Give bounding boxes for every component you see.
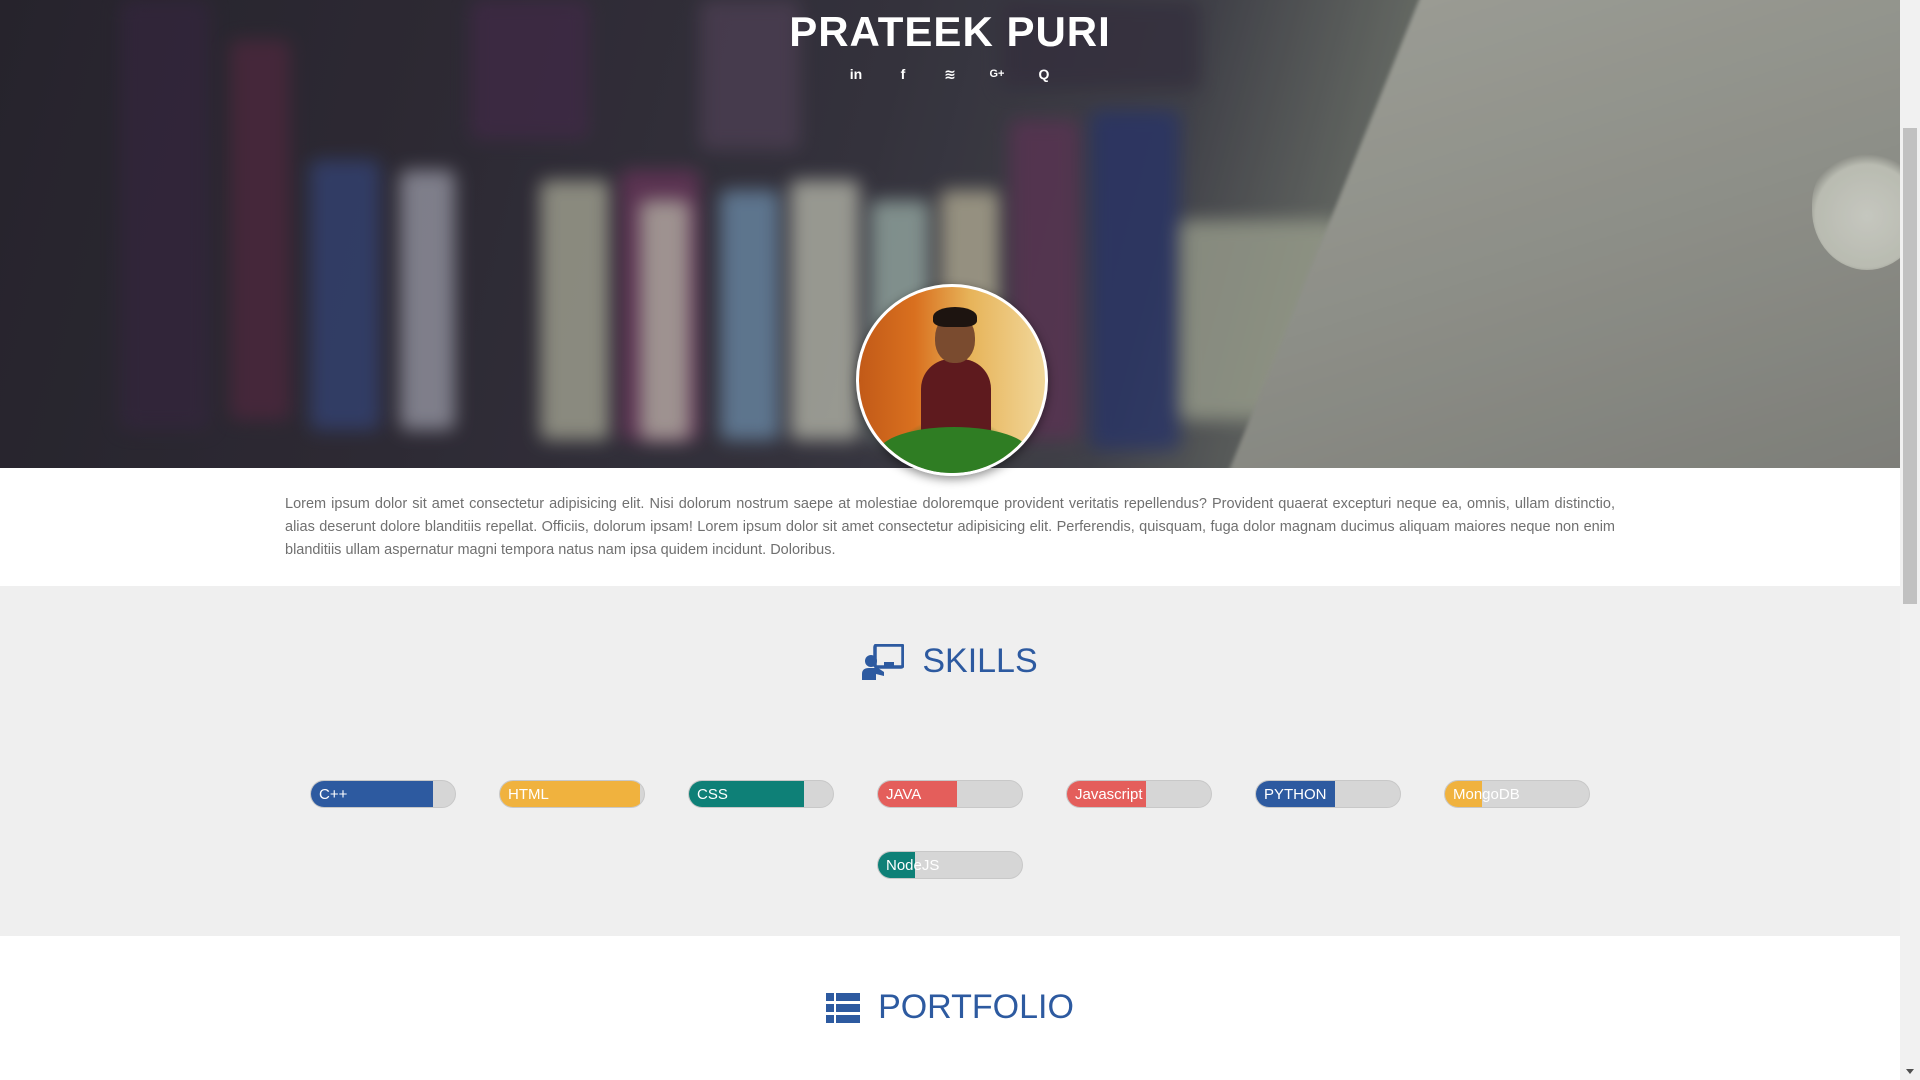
google-plus-icon[interactable]: G+	[989, 64, 1006, 84]
portfolio-heading: PORTFOLIO	[0, 988, 1900, 1027]
skill-label: CSS	[697, 786, 728, 803]
portfolio-heading-text: PORTFOLIO	[878, 988, 1074, 1026]
page: PRATEEK PURI in f ≋ G+ Q Lorem ipsum dol…	[0, 0, 1900, 1080]
skill-bar-javascript: Javascript	[1066, 780, 1212, 808]
chalkboard-teacher-icon	[862, 643, 905, 680]
site-title: PRATEEK PURI	[789, 8, 1111, 55]
skills-section: SKILLS C++ HTML CSS JAVA Javascript PYTH…	[0, 586, 1900, 936]
social-links: in f ≋ G+ Q	[0, 64, 1900, 84]
skill-bar-mongodb: MongoDB	[1444, 780, 1590, 808]
quora-icon[interactable]: Q	[1036, 64, 1053, 84]
skill-bar-nodejs: NodeJS	[877, 851, 1023, 879]
portfolio-section: PORTFOLIO	[0, 936, 1900, 1080]
scroll-down-arrow-icon[interactable]	[1906, 1069, 1914, 1074]
skill-bar-java: JAVA	[877, 780, 1023, 808]
list-icon	[826, 992, 861, 1023]
profile-avatar	[856, 284, 1048, 476]
skills-heading: SKILLS	[0, 642, 1900, 681]
skill-label: C++	[319, 786, 348, 803]
page-scrollbar[interactable]	[1900, 0, 1920, 1080]
skill-label: HTML	[508, 786, 549, 803]
stackoverflow-icon[interactable]: ≋	[942, 64, 959, 84]
scrollbar-thumb[interactable]	[1903, 128, 1917, 604]
skills-row: NodeJS	[0, 851, 1900, 879]
skill-bar-cpp: C++	[310, 780, 456, 808]
skill-bar-html: HTML	[499, 780, 645, 808]
skill-label: NodeJS	[886, 857, 940, 874]
facebook-icon[interactable]: f	[895, 64, 912, 84]
skill-label: PYTHON	[1264, 786, 1327, 803]
skill-label: JAVA	[886, 786, 922, 803]
intro-text: Lorem ipsum dolor sit amet consectetur a…	[285, 496, 1615, 558]
skill-bar-python: PYTHON	[1255, 780, 1401, 808]
intro-section: Lorem ipsum dolor sit amet consectetur a…	[0, 468, 1900, 586]
skills-heading-text: SKILLS	[922, 642, 1038, 680]
skill-bar-css: CSS	[688, 780, 834, 808]
skills-row: C++ HTML CSS JAVA Javascript PYTHON Mong…	[0, 780, 1900, 808]
skill-label: MongoDB	[1453, 786, 1520, 803]
skill-label: Javascript	[1075, 786, 1143, 803]
linkedin-icon[interactable]: in	[848, 64, 865, 84]
